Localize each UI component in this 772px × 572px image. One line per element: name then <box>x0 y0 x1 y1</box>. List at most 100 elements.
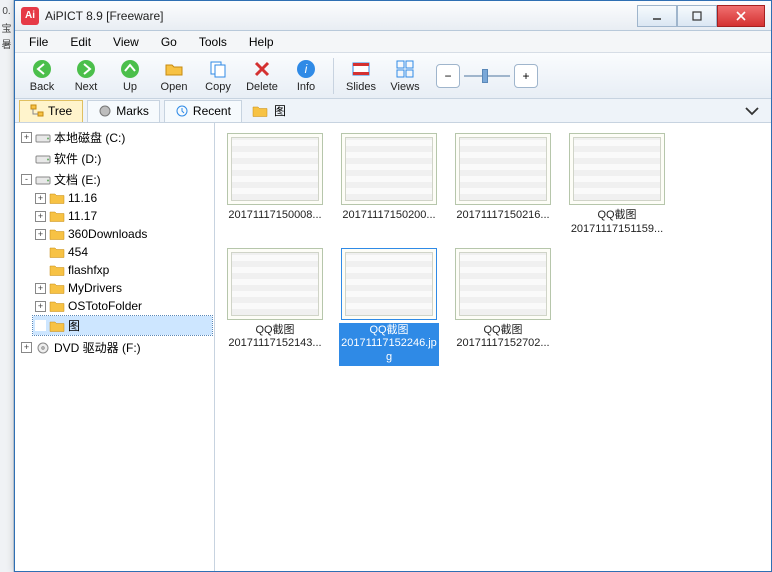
open-button[interactable]: Open <box>153 55 195 97</box>
tree-label: flashfxp <box>68 263 109 277</box>
views-button[interactable]: Views <box>384 55 426 97</box>
thumbnail-caption: 20171117150008... <box>225 208 325 224</box>
tree-expander[interactable]: + <box>35 211 46 222</box>
thumbnail-caption: 20171117150200... <box>339 208 439 224</box>
menu-file[interactable]: File <box>19 33 58 51</box>
thumbnail-item[interactable]: QQ截图20171117151159... <box>567 133 667 238</box>
address-dropdown-button[interactable] <box>743 102 761 120</box>
tree-node[interactable]: +DVD 驱动器 (F:) <box>19 338 212 357</box>
svg-text:i: i <box>305 62 308 76</box>
thumbnail-item[interactable]: QQ截图20171117152702... <box>453 248 553 366</box>
left-gutter: 0. 宝 暑 <box>0 0 14 572</box>
close-button[interactable] <box>717 5 765 27</box>
thumbnail-frame <box>341 248 437 320</box>
tab-row: Tree Marks Recent 图 <box>15 99 771 123</box>
next-button[interactable]: Next <box>65 55 107 97</box>
tree-expander[interactable]: + <box>35 193 46 204</box>
tab-marks[interactable]: Marks <box>87 100 160 122</box>
thumbnail-item[interactable]: 20171117150216... <box>453 133 553 238</box>
tree-expander[interactable]: + <box>21 342 32 353</box>
gutter-mark: 宝 <box>2 22 12 32</box>
slides-button[interactable]: Slides <box>340 55 382 97</box>
zoom-in-button[interactable]: + <box>514 64 538 88</box>
zoom-out-button[interactable]: − <box>436 64 460 88</box>
info-button[interactable]: iInfo <box>285 55 327 97</box>
tree-label: 软件 (D:) <box>54 150 101 167</box>
thumbnail-frame <box>227 248 323 320</box>
thumbnail-item[interactable]: QQ截图20171117152246.jpg <box>339 248 439 366</box>
delete-icon <box>251 58 273 80</box>
current-path: 图 <box>274 102 286 119</box>
address-bar[interactable]: 图 <box>246 102 767 120</box>
tree-node[interactable]: 图 <box>33 316 212 335</box>
thumbnail-caption: QQ截图20171117151159... <box>567 208 667 238</box>
tree-expander[interactable]: + <box>35 301 46 312</box>
app-icon: Ai <box>21 7 39 25</box>
tree-icon <box>30 104 44 118</box>
tree-node[interactable]: +11.16 <box>33 190 212 206</box>
minimize-button[interactable] <box>637 5 677 27</box>
tree-node[interactable]: +360Downloads <box>33 226 212 242</box>
thumbnail-pane[interactable]: 20171117150008... 20171117150200... 201711… <box>215 123 771 571</box>
tree-node[interactable]: - 文档 (E:) <box>19 170 212 189</box>
folder-icon <box>49 227 65 241</box>
arrow-right-icon <box>75 58 97 80</box>
tree-expander[interactable]: + <box>21 132 32 143</box>
menu-help[interactable]: Help <box>239 33 284 51</box>
tree-label: 360Downloads <box>68 227 147 241</box>
folder-tree[interactable]: +本地磁盘 (C:)软件 (D:)-文档 (E:)+11.16+11.17+36… <box>15 123 215 571</box>
tree-node[interactable]: flashfxp <box>33 262 212 278</box>
content-area: +本地磁盘 (C:)软件 (D:)-文档 (E:)+11.16+11.17+36… <box>15 123 771 571</box>
thumbnail-caption: QQ截图20171117152702... <box>453 323 553 353</box>
tree-node[interactable]: 软件 (D:) <box>19 149 212 168</box>
tree-expander <box>21 153 32 164</box>
tab-recent[interactable]: Recent <box>164 100 242 122</box>
recent-icon <box>175 104 189 118</box>
folder-icon <box>252 104 268 118</box>
copy-button[interactable]: Copy <box>197 55 239 97</box>
folder-icon <box>49 281 65 295</box>
tree-label: 11.17 <box>68 209 97 223</box>
zoom-stepper: − + <box>436 64 538 88</box>
menu-tools[interactable]: Tools <box>189 33 237 51</box>
maximize-button[interactable] <box>677 5 717 27</box>
tree-expander[interactable]: - <box>21 174 32 185</box>
toolbar-separator <box>333 58 334 94</box>
thumbnail-frame <box>455 133 551 205</box>
back-button[interactable]: Back <box>21 55 63 97</box>
thumbnail-item[interactable]: 20171117150008... <box>225 133 325 238</box>
menu-go[interactable]: Go <box>151 33 187 51</box>
titlebar[interactable]: Ai AiPICT 8.9 [Freeware] <box>15 1 771 31</box>
drive-icon <box>35 152 51 166</box>
tree-label: 11.16 <box>68 191 97 205</box>
folder-icon <box>49 209 65 223</box>
tree-expander <box>35 265 46 276</box>
tree-expander[interactable]: + <box>35 229 46 240</box>
thumbnail-item[interactable]: 20171117150200... <box>339 133 439 238</box>
tree-expander[interactable]: + <box>35 283 46 294</box>
thumbnail-item[interactable]: QQ截图20171117152143... <box>225 248 325 366</box>
tab-label: Marks <box>116 104 149 118</box>
tree-label: 文档 (E:) <box>54 171 101 188</box>
zoom-slider[interactable] <box>464 72 510 80</box>
tree-label: OSTotoFolder <box>68 299 142 313</box>
tree-node[interactable]: 454 <box>33 244 212 260</box>
tree-expander <box>35 320 46 331</box>
up-button[interactable]: Up <box>109 55 151 97</box>
tree-label: 图 <box>68 317 80 334</box>
dvd-icon <box>35 341 51 355</box>
folder-icon <box>49 245 65 259</box>
menu-view[interactable]: View <box>103 33 149 51</box>
folder-icon <box>49 319 65 333</box>
folder-icon <box>49 263 65 277</box>
tab-tree[interactable]: Tree <box>19 100 83 122</box>
tree-node[interactable]: +MyDrivers <box>33 280 212 296</box>
delete-button[interactable]: Delete <box>241 55 283 97</box>
folder-open-icon <box>163 58 185 80</box>
tree-node[interactable]: + OSTotoFolder <box>33 298 212 314</box>
tree-label: 454 <box>68 245 88 259</box>
menu-edit[interactable]: Edit <box>60 33 101 51</box>
tree-node[interactable]: +本地磁盘 (C:) <box>19 128 212 147</box>
tree-node[interactable]: +11.17 <box>33 208 212 224</box>
thumbnail-frame <box>341 133 437 205</box>
